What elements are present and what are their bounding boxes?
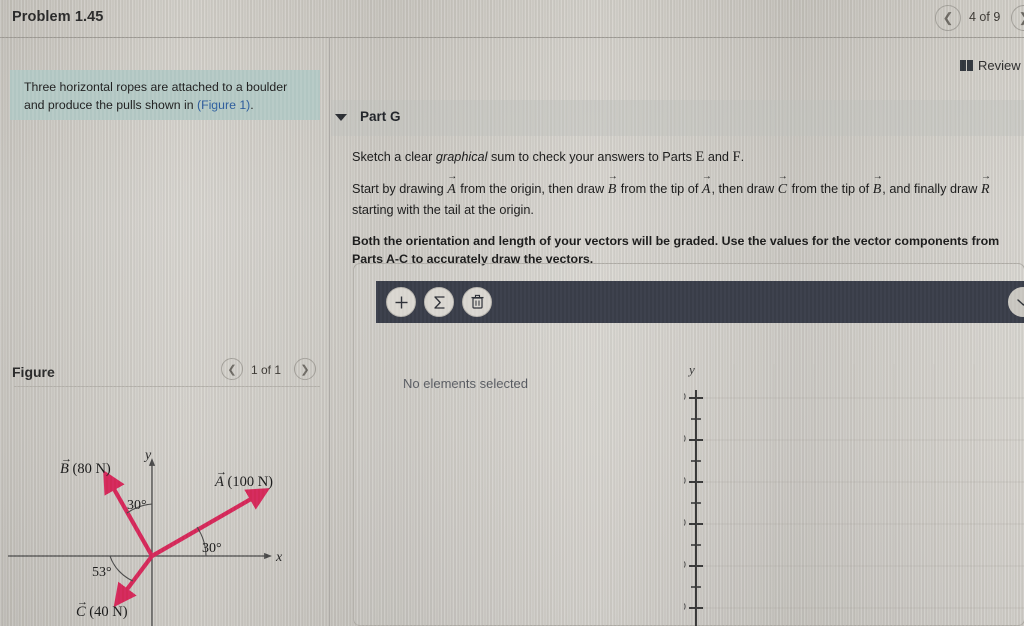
p2-c: from the tip of — [617, 182, 702, 197]
p2-vec-b: B — [608, 182, 618, 197]
figure-x-axis-label: x — [275, 550, 283, 565]
page-title: Problem 1.45 — [12, 9, 104, 25]
app-header: Problem 1.45 ❮ 4 of 9 ❯ — [0, 0, 1024, 38]
y-tick-label: 100 — [684, 433, 686, 445]
chevron-right-icon[interactable]: ❯ — [294, 358, 316, 380]
vector-a-label: A (100 N) → — [214, 466, 273, 490]
p1-b: sum to check your answers to Parts — [487, 150, 696, 164]
instruction-paragraph-2: Start by drawing A from the origin, then… — [352, 179, 1007, 220]
p2-b: from the origin, then draw — [456, 182, 608, 197]
screen-photo: Problem 1.45 ❮ 4 of 9 ❯ Review Three hor… — [0, 0, 1024, 626]
chevron-left-icon[interactable]: ❮ — [935, 5, 961, 31]
chevron-down-icon[interactable] — [1008, 287, 1024, 317]
p1-E: E — [695, 149, 705, 165]
p2-d: , then draw — [711, 182, 778, 197]
caret-down-icon[interactable] — [335, 114, 347, 121]
p2-a: Start by drawing — [352, 182, 448, 197]
p1-a: Sketch a clear — [352, 150, 436, 164]
trash-icon[interactable] — [462, 287, 492, 317]
part-body: Sketch a clear graphical sum to check yo… — [352, 146, 1007, 280]
instruction-paragraph-1: Sketch a clear graphical sum to check yo… — [352, 146, 1007, 168]
problem-sidebar: Three horizontal ropes are attached to a… — [0, 38, 330, 626]
drawing-toolbar — [376, 281, 1024, 323]
figure-angle-c: 53° — [92, 565, 112, 580]
svg-text:→: → — [216, 466, 227, 478]
selection-status: No elements selected — [403, 376, 529, 391]
p2-g: starting with the tail at the origin. — [352, 203, 534, 218]
y-tick-label: 40 — [684, 559, 686, 571]
p2-vec-c: C — [778, 182, 788, 197]
vector-plot-canvas[interactable]: y 120 100 80 60 40 20 — [684, 364, 1024, 626]
p2-vec-a2: A — [702, 182, 712, 197]
p2-f: , and finally draw — [882, 182, 981, 197]
plus-icon[interactable] — [386, 287, 416, 317]
vector-drawing-widget[interactable]: No elements selected y — [353, 263, 1024, 626]
y-tick-label: 60 — [684, 517, 686, 529]
svg-text:→: → — [61, 453, 72, 465]
y-tick-label: 20 — [684, 601, 686, 613]
figure-title: Figure — [12, 364, 55, 380]
y-tick-label: 80 — [684, 475, 686, 487]
p2-e: from the tip of — [788, 182, 873, 197]
problem-counter: 4 of 9 — [969, 10, 1001, 24]
divider — [14, 386, 320, 387]
chevron-right-icon[interactable]: ❯ — [1011, 5, 1024, 31]
p2-vec-r: R — [981, 182, 991, 197]
p1-c: and — [704, 150, 733, 164]
plot-svg — [689, 364, 1024, 626]
plot-y-axis-label: y — [689, 364, 695, 377]
figure-counter: 1 of 1 — [251, 363, 282, 377]
chevron-left-icon[interactable]: ❮ — [221, 358, 243, 380]
vector-c-label: C (40 N) → — [76, 596, 128, 620]
problem-statement-text-b: . — [250, 97, 254, 112]
p2-vec-b2: B — [873, 182, 883, 197]
part-g-header[interactable]: Part G — [331, 100, 1024, 136]
figure-1-link[interactable]: (Figure 1) — [197, 98, 250, 112]
figure-y-axis-label: y — [143, 448, 152, 463]
part-label: Part G — [360, 109, 401, 124]
p1-d: . — [740, 150, 745, 164]
y-tick-label: 120 — [684, 391, 686, 403]
vector-b-label: B (80 N) → — [60, 453, 111, 477]
p1-em: graphical — [435, 150, 488, 164]
figure-angle-b: 30° — [127, 498, 147, 513]
p1-F: F — [732, 149, 741, 165]
sigma-icon[interactable] — [424, 287, 454, 317]
p2-vec-a: A — [447, 182, 457, 197]
problem-statement: Three horizontal ropes are attached to a… — [10, 70, 320, 120]
svg-text:→: → — [77, 596, 88, 608]
vector-diagram: x y A (100 N) → B (80 N) → C (40 N) → 30… — [8, 448, 283, 626]
main-content: Part G Sketch a clear graphical sum to c… — [331, 38, 1024, 626]
figure-angle-a: 30° — [202, 541, 222, 556]
